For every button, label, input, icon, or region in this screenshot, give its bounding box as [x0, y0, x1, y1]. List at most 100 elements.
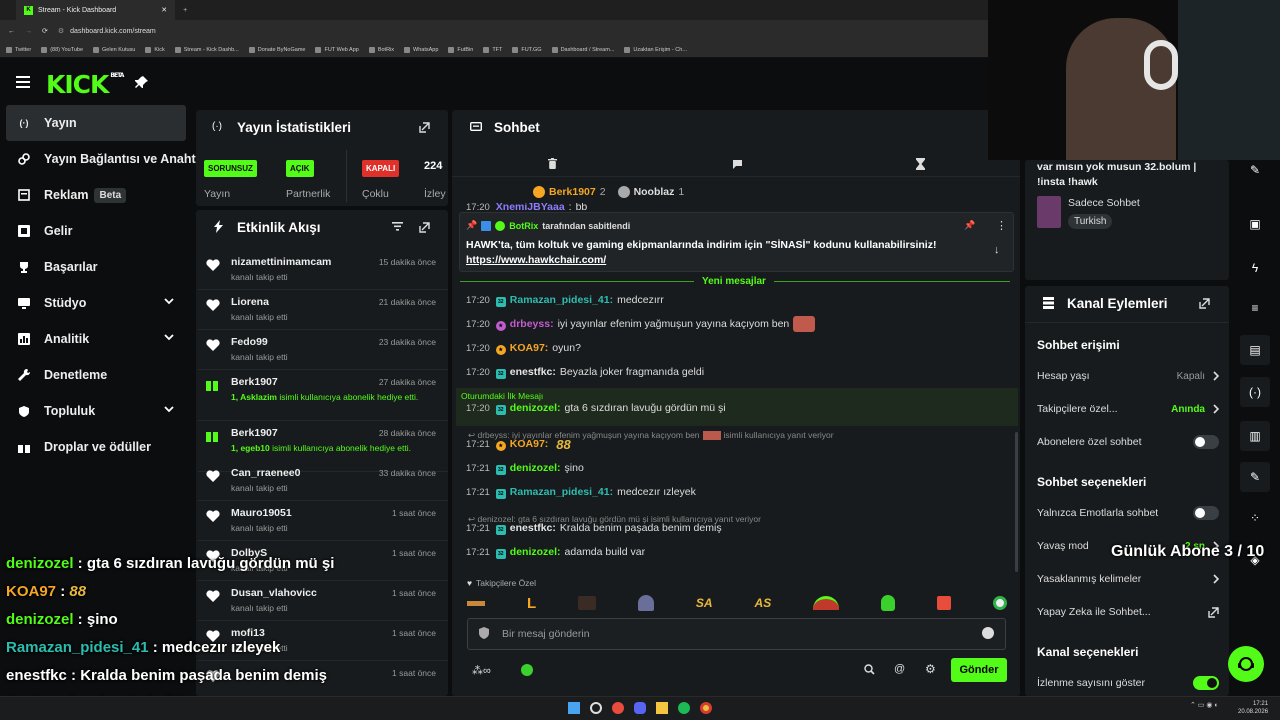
action-row[interactable]: Yapay Zeka ile Sohbet... [1037, 605, 1219, 619]
channel-actions-popout-icon[interactable] [1199, 298, 1210, 309]
chat-message[interactable]: 17:20 ★ drbeyss: iyi yayınlar efenim yağmuş… [466, 316, 816, 332]
spotify-icon[interactable] [678, 702, 690, 714]
bookmark-item[interactable]: TFT [483, 46, 502, 53]
event-user[interactable]: Can_rraenee0 [231, 467, 300, 479]
msg-user[interactable]: Ramazan_pidesi_41 [510, 486, 610, 498]
id-card-icon[interactable]: ▥ [1240, 421, 1270, 451]
square-icon[interactable]: ▣ [1240, 209, 1270, 239]
system-tray[interactable]: ⌃ ▭ ◉ ◐ [1190, 701, 1219, 709]
msg-user[interactable]: denizozel [510, 462, 557, 474]
chat-message[interactable]: 17:21 32 enestfkc: Kralda benim paşada beni… [466, 522, 722, 535]
msg-user[interactable]: KOA97 [510, 438, 545, 450]
bookmark-item[interactable]: Gelen Kutusu [93, 46, 135, 53]
chevron-down-icon[interactable] [164, 298, 174, 305]
chat-message[interactable]: 17:20 ★ KOA97: oyun? [466, 342, 581, 355]
event-user[interactable]: Fedo99 [231, 336, 268, 348]
event-user[interactable]: Berk1907 [231, 376, 278, 388]
action-row[interactable]: Takipçilere özel... Anında [1037, 402, 1219, 416]
more-icon[interactable]: ⋮ [996, 219, 1007, 232]
pinned-by-user[interactable]: BotRix [509, 221, 538, 231]
filter-icon[interactable] [392, 222, 403, 231]
mention-icon[interactable]: @ [894, 663, 905, 675]
bookmark-item[interactable]: FUT.GG [512, 46, 542, 53]
list-icon[interactable]: ≡ [1240, 293, 1270, 323]
bookmark-item[interactable]: Donate ByNoGame [248, 46, 305, 53]
action-control[interactable]: Anında [1171, 404, 1219, 415]
clock[interactable]: 17:21 20.08.2026 [1238, 700, 1268, 716]
toggle-switch[interactable] [1193, 435, 1219, 449]
chat-bubble-icon[interactable] [732, 159, 743, 169]
wrench-icon[interactable]: ✎ [1240, 462, 1270, 492]
emote-4-icon[interactable] [637, 595, 654, 611]
sidebar-item-6[interactable]: Analitik [6, 321, 186, 357]
action-row[interactable]: Hesap yaşı Kapalı [1037, 369, 1219, 383]
search-icon[interactable] [864, 664, 875, 675]
action-control[interactable] [1213, 574, 1219, 584]
bookmark-item[interactable]: FutBin [448, 46, 473, 53]
event-user[interactable]: Berk1907 [231, 427, 278, 439]
sidebar-item-3[interactable]: Gelir [6, 213, 186, 249]
folder-icon[interactable] [656, 702, 668, 714]
emote-green-icon[interactable] [881, 595, 896, 611]
popout-icon[interactable] [419, 122, 430, 133]
dots-icon[interactable]: ⁘ [1240, 503, 1270, 533]
chevron-down-icon[interactable] [164, 406, 174, 413]
external-link-icon[interactable] [1208, 606, 1219, 618]
pin-icon[interactable] [135, 75, 149, 89]
msg-user[interactable]: KOA97 [510, 342, 545, 354]
chevron-down-icon[interactable] [164, 334, 174, 341]
broadcast-icon[interactable]: (·) [1240, 377, 1270, 407]
event-user[interactable]: Dusan_vlahovicc [231, 587, 317, 599]
action-control[interactable] [1193, 506, 1219, 520]
event-user[interactable]: Liorena [231, 296, 269, 308]
category-thumbnail[interactable] [1037, 196, 1061, 228]
chat-icon[interactable]: ▤ [1240, 335, 1270, 365]
pinned-link[interactable]: https://www.hawkchair.com/ [466, 254, 606, 266]
forward-icon[interactable]: → [25, 28, 32, 35]
msg-user[interactable]: drbeyss [510, 318, 550, 330]
sidebar-item-5[interactable]: Stüdyo [6, 285, 186, 321]
bookmark-item[interactable]: Uzaktan Erişim - Ch... [624, 46, 687, 53]
menu-icon[interactable] [16, 76, 30, 88]
help-button[interactable] [1228, 646, 1264, 682]
emote-ball-icon[interactable] [992, 596, 1007, 610]
reload-icon[interactable]: ⟳ [42, 27, 48, 35]
bookmark-item[interactable]: WhatsApp [404, 46, 438, 53]
back-icon[interactable]: ← [8, 28, 15, 35]
chat-message[interactable]: 17:21 32 denizozel: şino [466, 462, 584, 475]
sidebar-item-1[interactable]: Yayın Bağlantısı ve Anahtar [6, 141, 207, 177]
bookmark-item[interactable]: BotRix [368, 46, 394, 53]
event-user[interactable]: nizamettinimamcam [231, 256, 331, 268]
emote-1-icon[interactable] [467, 600, 485, 606]
emote-3-icon[interactable] [578, 596, 597, 610]
emote-gauge-icon[interactable] [813, 596, 840, 610]
browser-tab-active[interactable]: K Stream - Kick Dashboard ✕ [16, 0, 176, 20]
kick-circle-icon[interactable] [521, 664, 533, 676]
event-gift-recipient[interactable]: egeb10 [240, 443, 269, 453]
lightning-icon[interactable]: ϟ [1240, 253, 1270, 283]
bookmark-item[interactable]: (88) YouTube [41, 46, 83, 53]
toggle-switch[interactable] [1193, 506, 1219, 520]
bookmark-item[interactable]: FUT Web App [315, 46, 359, 53]
chat-message[interactable]: 17:20 32 denizozel: gta 6 sızdıran lavuğu g… [466, 402, 726, 415]
site-info-icon[interactable]: ⚙ [58, 27, 64, 35]
bookmark-item[interactable]: Stream - Kick Dashb... [174, 46, 239, 53]
url-field[interactable]: dashboard.kick.com/stream [70, 28, 156, 35]
emote-red-icon[interactable] [937, 596, 952, 610]
sidebar-item-8[interactable]: Topluluk [6, 393, 186, 429]
chat-scrollbar[interactable] [1015, 432, 1018, 572]
action-control[interactable]: Kapalı [1177, 371, 1219, 382]
tab-close-icon[interactable]: ✕ [161, 6, 167, 14]
action-control[interactable] [1193, 676, 1219, 690]
bookmark-item[interactable]: Dashboard / Stream... [551, 46, 614, 53]
event-row[interactable]: Dusan_vlahovicc kanalı takip etti 1 saat ö… [198, 581, 448, 621]
toggle-switch[interactable] [1193, 676, 1219, 690]
msg-user[interactable]: enestfkc [510, 522, 553, 534]
taskbar-app-1-icon[interactable] [612, 702, 624, 714]
event-user[interactable]: Mauro19051 [231, 507, 292, 519]
action-row[interactable]: Yalnızca Emotlarla sohbet [1037, 506, 1219, 520]
pencil-icon[interactable]: ✎ [1240, 155, 1270, 185]
emote-as-icon[interactable]: AS [755, 596, 772, 610]
event-row[interactable]: nizamettinimamcam kanalı takip etti 15 dak… [198, 250, 448, 290]
language-tag[interactable]: Turkish [1068, 214, 1113, 229]
